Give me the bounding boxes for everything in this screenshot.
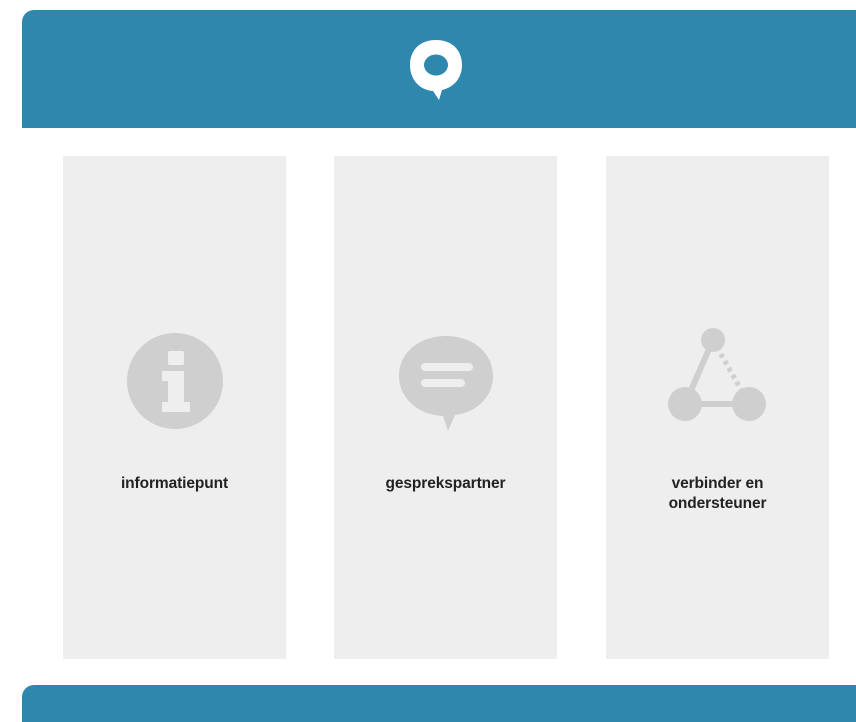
card-label-line: verbinder en [671,475,764,492]
card-label: gesprekspartner [334,474,557,494]
info-icon [126,333,223,429]
card-label-line: gesprekspartner [385,475,506,492]
footer-bar [22,685,856,722]
page: informatiepunt gesprekspartner verbinder… [0,0,856,722]
card-label-line: informatiepunt [120,475,229,492]
card-label-line: ondersteuner [668,495,767,512]
card-label: verbinder en ondersteuner [606,474,829,514]
card-verbinder-en-ondersteuner[interactable]: verbinder en ondersteuner [606,156,829,659]
chat-bubble-icon [398,336,493,431]
card-informatiepunt[interactable]: informatiepunt [63,156,286,659]
card-label: informatiepunt [63,474,286,494]
card-gesprekspartner[interactable]: gesprekspartner [334,156,557,659]
speech-bubble-logo-icon [410,40,462,100]
network-connector-icon [667,328,766,421]
